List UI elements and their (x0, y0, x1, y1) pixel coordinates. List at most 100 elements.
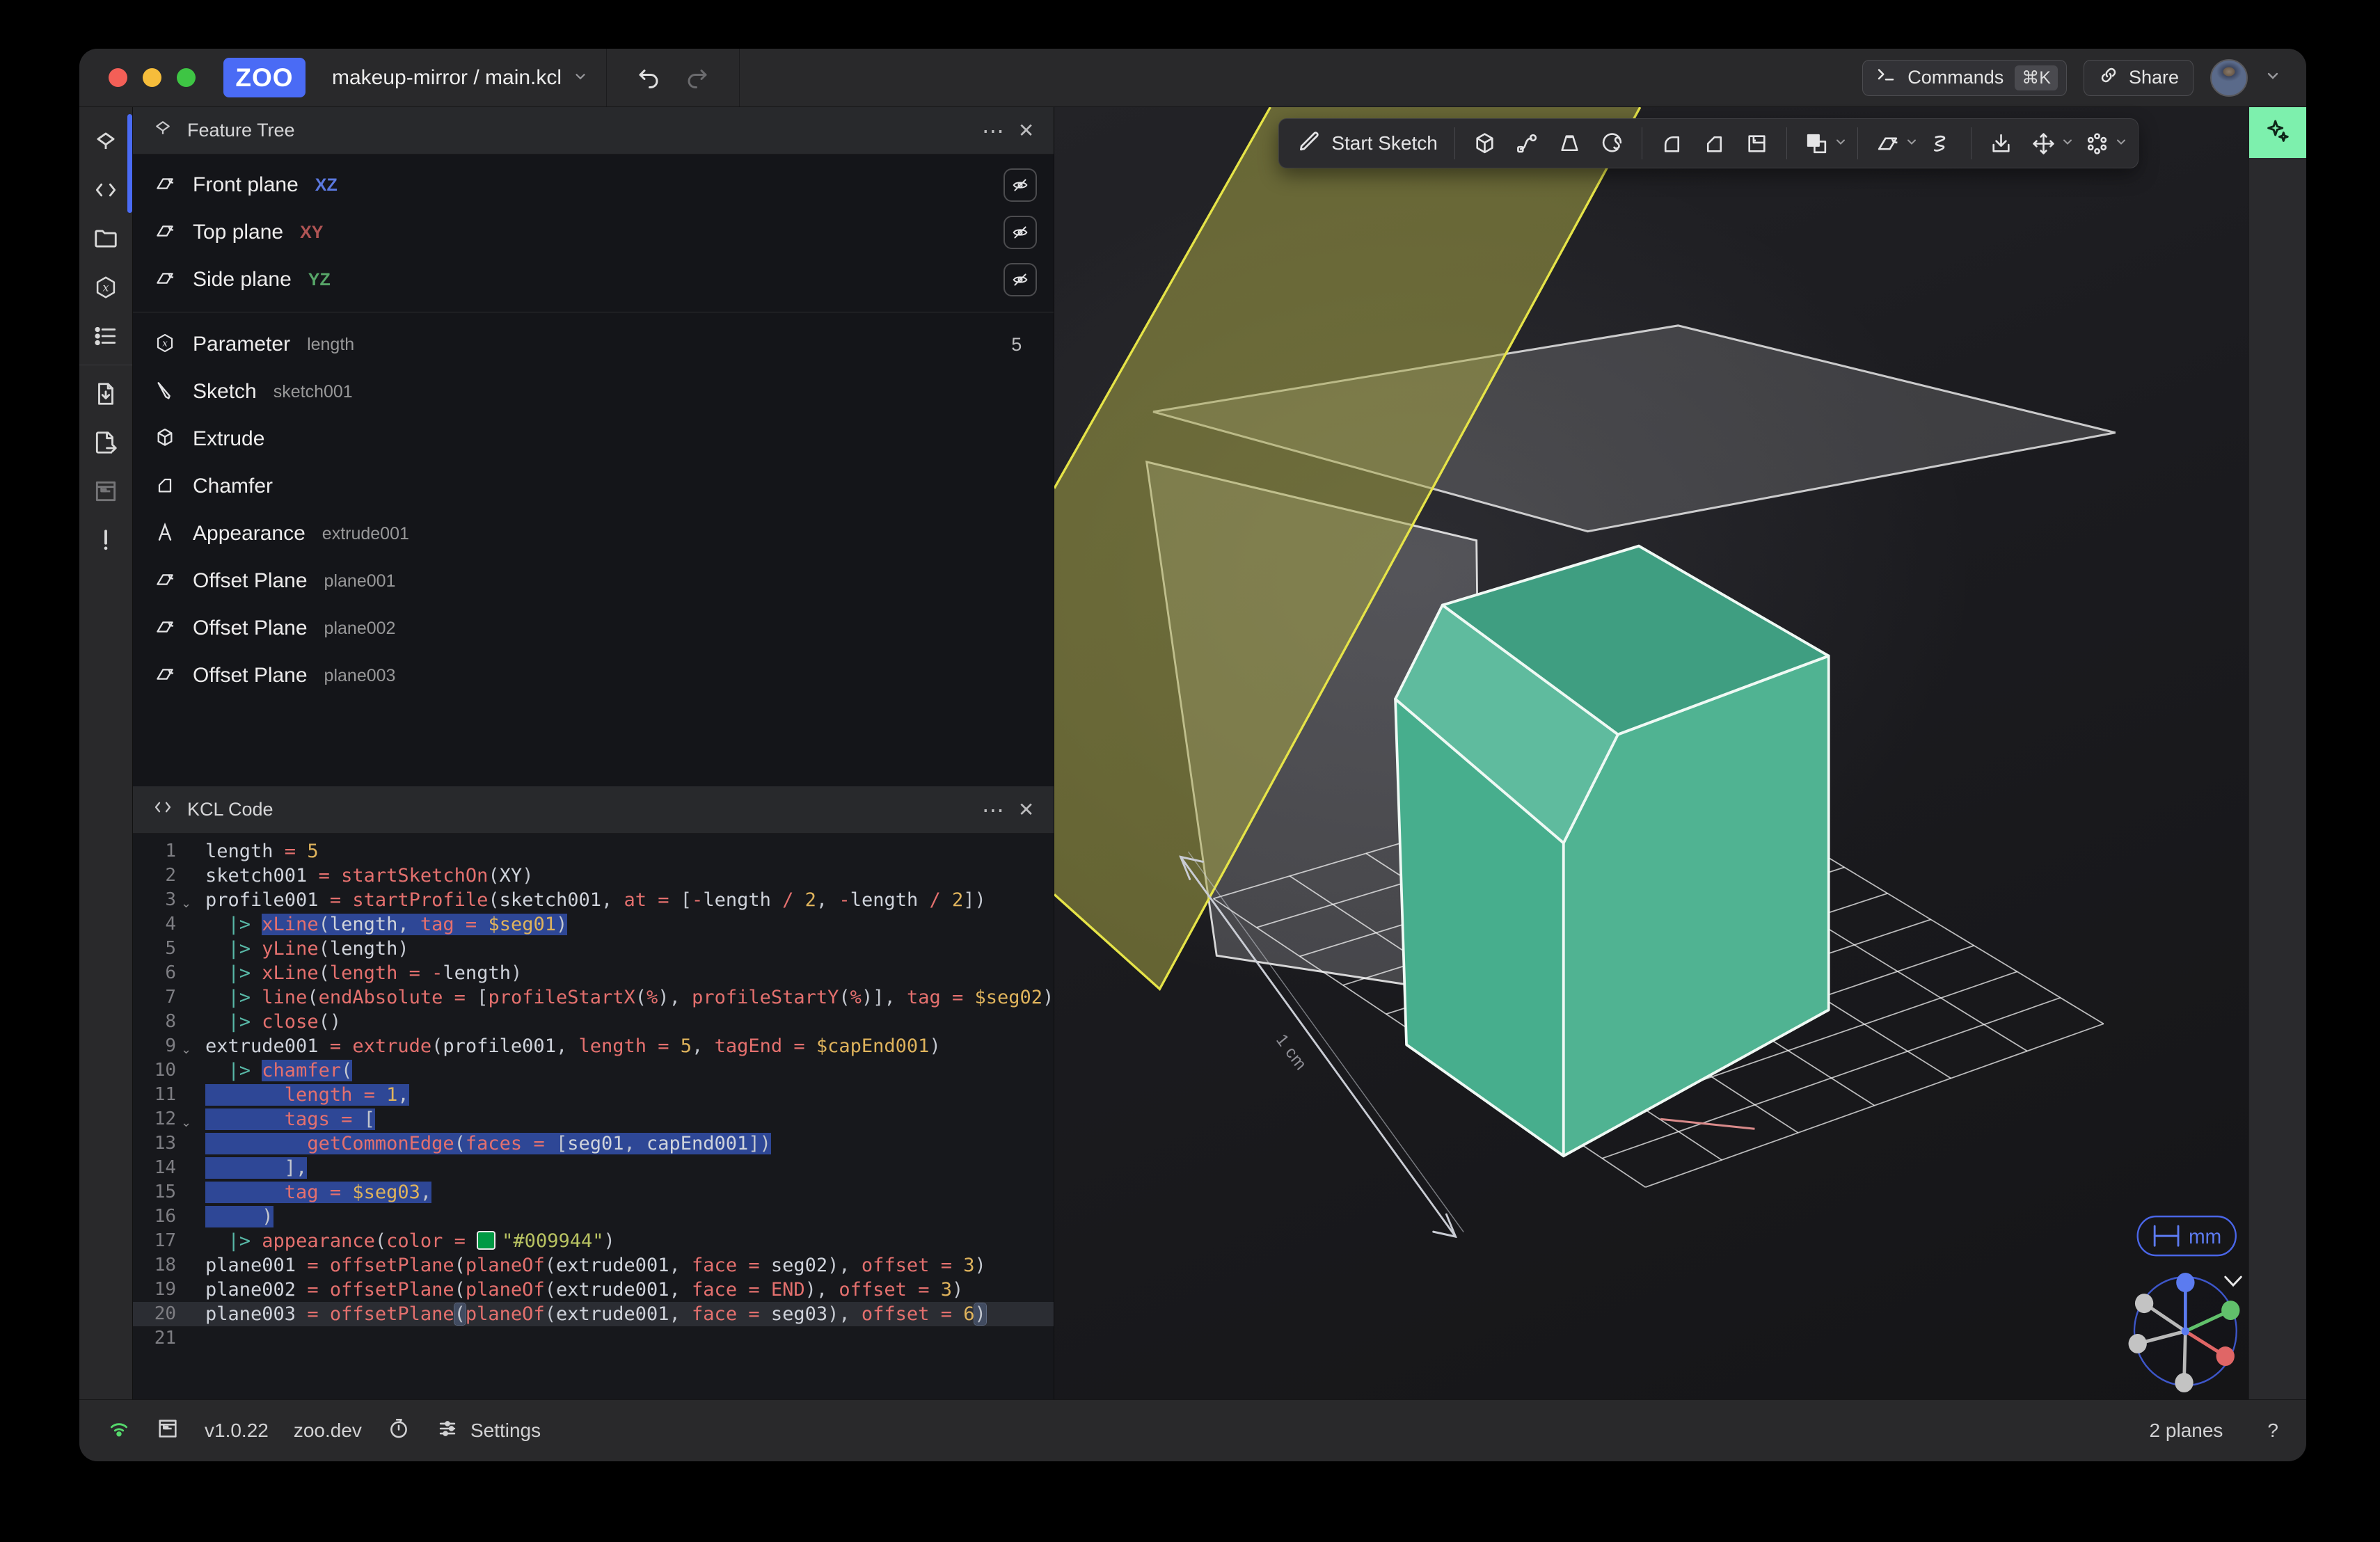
feature-tree-row[interactable]: Extrude (133, 415, 1054, 463)
minimize-window-button[interactable] (143, 68, 161, 87)
sidebar-item-variables[interactable]: x (79, 263, 132, 312)
sidebar-item-file-export[interactable] (79, 418, 132, 467)
code-line: 20plane003 = offsetPlane(planeOf(extrude… (133, 1302, 1054, 1326)
commands-shortcut: ⌘K (2015, 65, 2058, 90)
timer-icon[interactable] (387, 1417, 411, 1445)
helix-tool-button[interactable] (1921, 123, 1961, 164)
sidebar-item-errors[interactable] (79, 516, 132, 564)
feature-tree-panel: Feature Tree ⋯ ✕ Front planeXZTop planeX… (133, 107, 1054, 786)
feature-tree-row[interactable]: Top planeXY (133, 209, 1054, 256)
feature-tree-row[interactable]: Appearanceextrude001 (133, 510, 1054, 557)
help-button[interactable]: ? (2267, 1420, 2278, 1442)
line-number: 21 (134, 1326, 176, 1351)
orientation-gizmo[interactable] (2129, 1273, 2240, 1392)
fold-chevron-icon[interactable]: ⌄ (176, 1034, 197, 1058)
color-swatch[interactable] (477, 1231, 495, 1250)
code-line: 17 |> appearance(color = "#009944") (133, 1229, 1054, 1253)
extrude-cube[interactable] (1395, 546, 1829, 1156)
move-tool-button[interactable] (2024, 123, 2063, 164)
maximize-window-button[interactable] (177, 68, 196, 87)
commands-button[interactable]: Commands ⌘K (1862, 60, 2067, 96)
fillet-tool-button[interactable] (1652, 123, 1692, 164)
text-to-cad-ai-button[interactable] (2249, 107, 2306, 158)
panel-menu-button[interactable]: ⋯ (982, 120, 1004, 142)
feature-tree-row[interactable]: Side planeYZ (133, 256, 1054, 303)
visibility-toggle-button[interactable] (1003, 168, 1037, 202)
sidebar-item-feature-tree[interactable] (79, 117, 132, 166)
visibility-toggle-button[interactable] (1003, 263, 1037, 296)
sidebar-item-file-import[interactable] (79, 369, 132, 418)
feature-detail: extrude001 (322, 524, 409, 544)
feature-tree-row[interactable]: Chamfer (133, 463, 1054, 510)
fold-gutter (176, 1278, 197, 1302)
scene-canvas[interactable]: 1 cm mm (1054, 107, 2248, 1399)
sidebar-item-project-files[interactable] (79, 214, 132, 263)
sidebar-item-logs[interactable] (79, 312, 132, 360)
parameter-value: 5 (1011, 334, 1022, 356)
redo-button[interactable] (685, 65, 710, 90)
plane-menu-chevron-icon[interactable] (1905, 135, 1919, 152)
start-sketch-button[interactable]: Start Sketch (1289, 123, 1445, 164)
feature-tree-row[interactable]: Front planeXZ (133, 161, 1054, 209)
plane-icon (154, 616, 176, 642)
line-number: 2 (134, 864, 176, 888)
user-menu-chevron-icon[interactable] (2264, 67, 2281, 88)
shell-tool-button[interactable] (1737, 123, 1777, 164)
chamfer-tool-button[interactable] (1695, 123, 1734, 164)
feature-label: Offset Plane (193, 664, 308, 687)
boolean-menu-chevron-icon[interactable] (1834, 135, 1848, 152)
gizmo-menu-chevron-icon[interactable] (2226, 1277, 2242, 1285)
line-number: 12 (134, 1107, 176, 1131)
visibility-toggle-button[interactable] (1003, 216, 1037, 249)
fold-chevron-icon[interactable]: ⌄ (176, 1107, 197, 1131)
code-editor[interactable]: 1length = 52sketch001 = startSketchOn(XY… (133, 834, 1054, 1399)
sweep-tool-button[interactable] (1507, 123, 1547, 164)
network-status-icon[interactable] (107, 1417, 131, 1445)
sidebar-item-machine[interactable] (79, 467, 132, 516)
project-title: makeup-mirror / main.kcl (332, 66, 562, 90)
project-title-menu[interactable]: makeup-mirror / main.kcl (332, 66, 588, 90)
avatar[interactable] (2210, 59, 2248, 97)
fold-chevron-icon[interactable]: ⌄ (176, 888, 197, 912)
code-line: 8 |> close() (133, 1010, 1054, 1034)
code-line: 5 |> yLine(length) (133, 937, 1054, 961)
revolve-tool-button[interactable] (1592, 123, 1632, 164)
line-number: 11 (134, 1083, 176, 1107)
pattern-menu-chevron-icon[interactable] (2114, 135, 2128, 152)
panel-close-button[interactable]: ✕ (1018, 800, 1034, 820)
zoo-logo[interactable]: ZOO (223, 58, 306, 97)
feature-tree-row[interactable]: Offset Planeplane003 (133, 652, 1054, 699)
undo-button[interactable] (636, 65, 661, 90)
pencil-icon (1296, 128, 1322, 159)
move-menu-chevron-icon[interactable] (2061, 135, 2074, 152)
parameter-icon: x (154, 332, 176, 358)
unit-badge[interactable]: mm (2138, 1216, 2236, 1255)
viewport-3d[interactable]: 1 cm mm (1054, 107, 2248, 1399)
close-window-button[interactable] (109, 68, 127, 87)
sketch-segment-red[interactable] (1660, 1119, 1754, 1129)
zoo-dev-link[interactable]: zoo.dev (294, 1420, 362, 1442)
line-number: 16 (134, 1205, 176, 1229)
boolean-tool-button[interactable] (1797, 123, 1836, 164)
line-number: 13 (134, 1131, 176, 1156)
plane-tool-button[interactable] (1868, 123, 1907, 164)
plane-axis: XZ (315, 175, 338, 196)
panel-close-button[interactable]: ✕ (1018, 121, 1034, 141)
panel-menu-button[interactable]: ⋯ (982, 799, 1004, 821)
feature-tree-row[interactable]: Sketchsketch001 (133, 368, 1054, 415)
machine-icon[interactable] (156, 1417, 180, 1445)
feature-tree-row[interactable]: xParameterlength5 (133, 321, 1054, 368)
insert-tool-button[interactable] (1981, 123, 2021, 164)
pattern-tool-button[interactable] (2077, 123, 2117, 164)
share-label: Share (2129, 67, 2179, 88)
fold-gutter (176, 1229, 197, 1253)
extrude-tool-button[interactable] (1465, 123, 1505, 164)
share-button[interactable]: Share (2084, 60, 2193, 96)
feature-tree-row[interactable]: Offset Planeplane002 (133, 605, 1054, 652)
left-icon-rail: x (79, 107, 132, 1399)
sidebar-item-kcl-code[interactable] (79, 166, 132, 214)
settings-button[interactable]: Settings (436, 1417, 541, 1445)
loft-tool-button[interactable] (1550, 123, 1589, 164)
line-number: 10 (134, 1058, 176, 1083)
feature-tree-row[interactable]: Offset Planeplane001 (133, 557, 1054, 605)
